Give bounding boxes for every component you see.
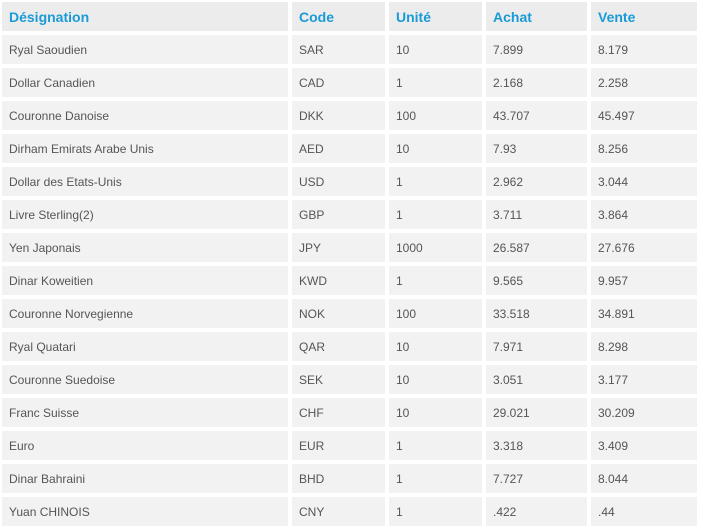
cell-vente: 3.409 — [591, 431, 697, 460]
table-row: Dollar des Etats-Unis USD 1 2.962 3.044 — [2, 167, 697, 196]
cell-achat: 7.971 — [486, 332, 587, 361]
cell-designation: Ryal Quatari — [2, 332, 288, 361]
cell-vente: 30.209 — [591, 398, 697, 427]
cell-achat: 7.727 — [486, 464, 587, 493]
table-row: Yuan CHINOIS CNY 1.422.44 — [2, 497, 697, 526]
cell-achat: 7.899 — [486, 35, 587, 64]
cell-code: KWD — [292, 266, 385, 295]
cell-code: BHD — [292, 464, 385, 493]
cell-achat: 3.051 — [486, 365, 587, 394]
cell-unite: 1 — [389, 167, 482, 196]
cell-achat: 7.93 — [486, 134, 587, 163]
header-row: Désignation Code Unité Achat Vente — [2, 2, 697, 31]
cell-vente: 8.298 — [591, 332, 697, 361]
cell-unite: 100 — [389, 299, 482, 328]
cell-unite: 10 — [389, 134, 482, 163]
cell-designation: Couronne Norvegienne — [2, 299, 288, 328]
cell-designation: Couronne Danoise — [2, 101, 288, 130]
table-row: Livre Sterling(2) GBP 1 3.711 3.864 — [2, 200, 697, 229]
cell-unite: 1 — [389, 464, 482, 493]
cell-designation: Euro — [2, 431, 288, 460]
column-header-code: Code — [292, 2, 385, 31]
column-header-unite: Unité — [389, 2, 482, 31]
cell-code: CAD — [292, 68, 385, 97]
cell-code: CHF — [292, 398, 385, 427]
cell-designation: Dinar Bahraini — [2, 464, 288, 493]
cell-code: DKK — [292, 101, 385, 130]
cell-vente: 45.497 — [591, 101, 697, 130]
exchange-rate-table: Désignation Code Unité Achat Vente Ryal … — [0, 0, 701, 530]
table-row: Euro EUR 1 3.318 3.409 — [2, 431, 697, 460]
cell-achat: 43.707 — [486, 101, 587, 130]
cell-code: AED — [292, 134, 385, 163]
cell-achat: 3.318 — [486, 431, 587, 460]
cell-code: NOK — [292, 299, 385, 328]
cell-designation: Franc Suisse — [2, 398, 288, 427]
column-header-designation: Désignation — [2, 2, 288, 31]
cell-designation: Dollar Canadien — [2, 68, 288, 97]
cell-unite: 1 — [389, 200, 482, 229]
cell-unite: 100 — [389, 101, 482, 130]
cell-designation: Yen Japonais — [2, 233, 288, 262]
table-row: Franc Suisse CHF 10 29.021 30.209 — [2, 398, 697, 427]
cell-unite: 1000 — [389, 233, 482, 262]
cell-code: USD — [292, 167, 385, 196]
table-row: Couronne Suedoise SEK 10 3.051 3.177 — [2, 365, 697, 394]
cell-designation: Yuan CHINOIS — [2, 497, 288, 526]
cell-code: CNY — [292, 497, 385, 526]
cell-achat: 29.021 — [486, 398, 587, 427]
cell-vente: 3.044 — [591, 167, 697, 196]
cell-code: GBP — [292, 200, 385, 229]
cell-unite: 1 — [389, 431, 482, 460]
cell-designation: Ryal Saoudien — [2, 35, 288, 64]
cell-code: SAR — [292, 35, 385, 64]
cell-code: EUR — [292, 431, 385, 460]
cell-designation: Dinar Koweitien — [2, 266, 288, 295]
cell-unite: 1 — [389, 497, 482, 526]
table-row: Dirham Emirats Arabe Unis AED 10 7.93 8.256 — [2, 134, 697, 163]
cell-unite: 10 — [389, 398, 482, 427]
cell-unite: 10 — [389, 365, 482, 394]
cell-code: JPY — [292, 233, 385, 262]
table-row: Couronne Danoise DKK 100 43.707 45.497 — [2, 101, 697, 130]
cell-vente: 3.177 — [591, 365, 697, 394]
cell-vente: 8.044 — [591, 464, 697, 493]
cell-vente: 9.957 — [591, 266, 697, 295]
cell-vente: .44 — [591, 497, 697, 526]
cell-vente: 8.256 — [591, 134, 697, 163]
cell-achat: .422 — [486, 497, 587, 526]
cell-vente: 34.891 — [591, 299, 697, 328]
cell-achat: 33.518 — [486, 299, 587, 328]
cell-designation: Livre Sterling(2) — [2, 200, 288, 229]
cell-achat: 26.587 — [486, 233, 587, 262]
table-header: Désignation Code Unité Achat Vente — [2, 2, 697, 31]
cell-designation: Dollar des Etats-Unis — [2, 167, 288, 196]
cell-vente: 27.676 — [591, 233, 697, 262]
table-row: Dollar Canadien CAD 1 2.168 2.258 — [2, 68, 697, 97]
cell-designation: Couronne Suedoise — [2, 365, 288, 394]
table-row: Couronne Norvegienne NOK 100 33.518 34.891 — [2, 299, 697, 328]
cell-code: QAR — [292, 332, 385, 361]
cell-vente: 2.258 — [591, 68, 697, 97]
cell-designation: Dirham Emirats Arabe Unis — [2, 134, 288, 163]
column-header-vente: Vente — [591, 2, 697, 31]
cell-achat: 3.711 — [486, 200, 587, 229]
table-row: Ryal Saoudien SAR 10 7.899 8.179 — [2, 35, 697, 64]
cell-unite: 1 — [389, 68, 482, 97]
cell-vente: 3.864 — [591, 200, 697, 229]
table-row: Ryal Quatari QAR 10 7.971 8.298 — [2, 332, 697, 361]
cell-vente: 8.179 — [591, 35, 697, 64]
cell-unite: 1 — [389, 266, 482, 295]
cell-achat: 2.962 — [486, 167, 587, 196]
column-header-achat: Achat — [486, 2, 587, 31]
cell-achat: 2.168 — [486, 68, 587, 97]
cell-code: SEK — [292, 365, 385, 394]
table-row: Dinar Bahraini BHD 1 7.727 8.044 — [2, 464, 697, 493]
table-row: Dinar Koweitien KWD 1 9.565 9.957 — [2, 266, 697, 295]
cell-unite: 10 — [389, 35, 482, 64]
table-row: Yen Japonais JPY 1000 26.587 27.676 — [2, 233, 697, 262]
cell-achat: 9.565 — [486, 266, 587, 295]
cell-unite: 10 — [389, 332, 482, 361]
table-body: Ryal Saoudien SAR 10 7.899 8.179 Dollar Canad… — [2, 35, 697, 526]
